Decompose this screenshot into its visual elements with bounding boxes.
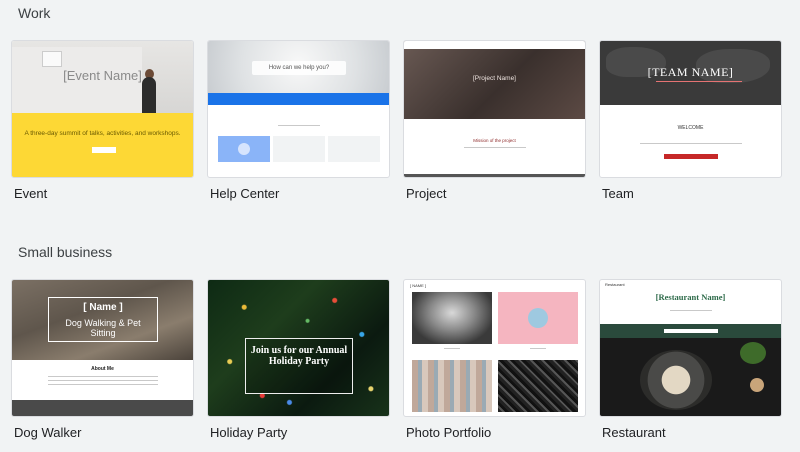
help-hero-image: How can we help you? <box>208 41 389 93</box>
restaurant-preview-title: [Restaurant Name] <box>655 292 726 302</box>
dog-footer-bar <box>12 400 193 416</box>
help-blue-band <box>208 93 389 105</box>
help-preview-tile <box>218 136 270 162</box>
project-header-bar <box>404 41 585 49</box>
restaurant-preview-button <box>664 329 718 333</box>
dog-preview-frame: [ Name ] Dog Walking & Pet Sitting <box>48 297 158 342</box>
portfolio-donut <box>528 308 548 328</box>
dog-preview-text-line <box>48 376 158 377</box>
portfolio-caption-line <box>530 348 546 349</box>
template-label-help-center[interactable]: Help Center <box>210 186 279 201</box>
template-card-help-center[interactable]: How can we help you? Help Center <box>207 40 390 201</box>
template-thumbnail-help-center[interactable]: How can we help you? <box>207 40 390 178</box>
template-label-team[interactable]: Team <box>602 186 634 201</box>
dog-preview-name: [ Name ] <box>83 302 123 313</box>
project-footer-bar <box>404 174 585 177</box>
portfolio-preview-name: [ NAME ] <box>410 283 427 288</box>
restaurant-egg <box>750 378 764 392</box>
portfolio-caption-line <box>444 348 460 349</box>
team-preview-welcome: WELCOME <box>677 125 704 131</box>
help-tile-icon <box>238 143 250 155</box>
event-preview-button <box>92 147 116 153</box>
template-thumbnail-event[interactable]: [Event Name] A three-day summit of talks… <box>11 40 194 178</box>
template-card-photo-portfolio[interactable]: [ NAME ] Photo Portfolio <box>403 279 586 440</box>
restaurant-preview-header: Restaurant <box>605 282 625 287</box>
team-hero-image: [TEAM NAME] <box>600 41 781 105</box>
template-label-restaurant[interactable]: Restaurant <box>602 425 666 440</box>
project-preview-mission: Mission of the project <box>473 138 516 143</box>
event-yellow-band: A three-day summit of talks, activities,… <box>12 113 193 177</box>
team-preview-title: [TEAM NAME] <box>647 65 734 79</box>
help-preview-search: How can we help you? <box>252 61 346 75</box>
help-preview-tile <box>328 136 380 162</box>
team-preview-button <box>664 154 718 159</box>
template-card-event[interactable]: [Event Name] A three-day summit of talks… <box>11 40 194 201</box>
help-preview-text-line <box>278 125 320 126</box>
event-preview-desc: A three-day summit of talks, activities,… <box>24 130 181 137</box>
dog-hero-image: [ Name ] Dog Walking & Pet Sitting <box>12 280 193 360</box>
template-thumbnail-project[interactable]: [Project Name] Mission of the project <box>403 40 586 178</box>
template-thumbnail-dog-walker[interactable]: [ Name ] Dog Walking & Pet Sitting About… <box>11 279 194 417</box>
dog-preview-subtitle: Dog Walking & Pet Sitting <box>65 318 141 338</box>
template-thumbnail-holiday-party[interactable]: Join us for our Annual Holiday Party <box>207 279 390 417</box>
holiday-preview-title: Join us for our Annual Holiday Party <box>250 345 348 367</box>
section-title-small-business: Small business <box>18 244 113 260</box>
portfolio-cars-image <box>498 360 578 412</box>
dog-preview-about: About Me <box>91 366 114 372</box>
template-thumbnail-restaurant[interactable]: Restaurant [Restaurant Name] <box>599 279 782 417</box>
template-label-event[interactable]: Event <box>14 186 47 201</box>
restaurant-plate <box>640 350 712 410</box>
event-preview-title: [Event Name] <box>63 68 142 83</box>
holiday-preview-frame: Join us for our Annual Holiday Party <box>245 338 353 394</box>
project-preview-title: [Project Name] <box>473 75 516 82</box>
event-hero-image: [Event Name] <box>12 41 193 113</box>
template-label-project[interactable]: Project <box>406 186 446 201</box>
template-card-holiday-party[interactable]: Join us for our Annual Holiday Party Hol… <box>207 279 390 440</box>
team-title-underline <box>656 81 742 82</box>
help-preview-tile <box>273 136 325 162</box>
portfolio-portrait-image <box>412 292 492 344</box>
restaurant-herb <box>740 342 766 364</box>
template-card-restaurant[interactable]: Restaurant [Restaurant Name] Restaurant <box>599 279 782 440</box>
template-thumbnail-team[interactable]: [TEAM NAME] WELCOME <box>599 40 782 178</box>
section-title-work: Work <box>18 5 51 21</box>
team-preview-text-line <box>640 143 742 144</box>
restaurant-food-image <box>600 338 781 416</box>
event-screen <box>42 51 62 67</box>
template-label-holiday-party[interactable]: Holiday Party <box>210 425 287 440</box>
project-preview-text-line <box>464 147 526 148</box>
template-card-dog-walker[interactable]: [ Name ] Dog Walking & Pet Sitting About… <box>11 279 194 440</box>
template-label-photo-portfolio[interactable]: Photo Portfolio <box>406 425 491 440</box>
dog-preview-text-line <box>48 380 158 381</box>
dog-preview-text-line <box>48 384 158 385</box>
portfolio-building-image <box>412 360 492 412</box>
project-hero-image: [Project Name] <box>404 41 585 119</box>
template-card-team[interactable]: [TEAM NAME] WELCOME Team <box>599 40 782 201</box>
template-thumbnail-photo-portfolio[interactable]: [ NAME ] <box>403 279 586 417</box>
template-label-dog-walker[interactable]: Dog Walker <box>14 425 81 440</box>
portfolio-donut-image <box>498 292 578 344</box>
restaurant-preview-text-line <box>670 310 712 311</box>
template-card-project[interactable]: [Project Name] Mission of the project Pr… <box>403 40 586 201</box>
